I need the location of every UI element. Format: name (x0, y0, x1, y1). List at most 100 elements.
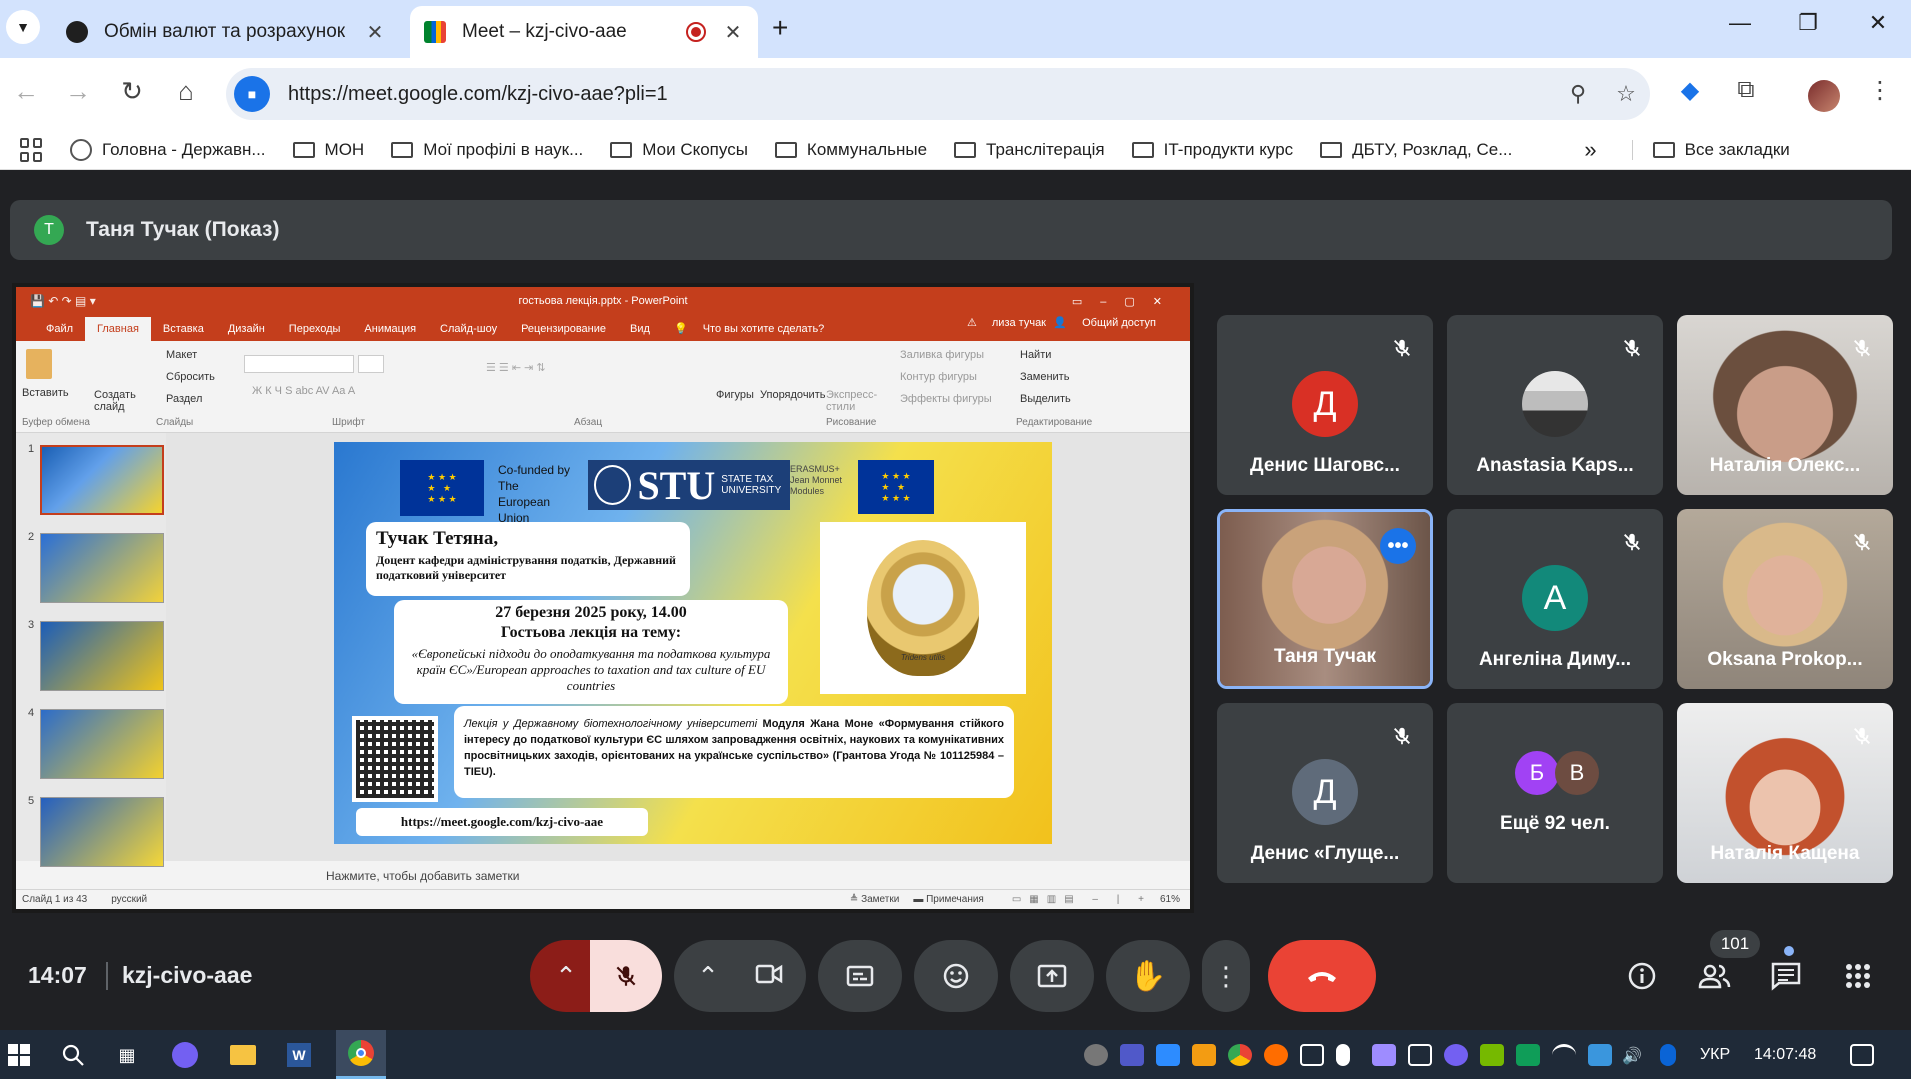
restore-button[interactable]: ❐ (1788, 10, 1828, 36)
captions-button[interactable] (818, 940, 902, 1012)
menu-icon[interactable]: ⋮ (1860, 76, 1900, 105)
present-screen-button[interactable] (1010, 940, 1094, 1012)
input-language[interactable]: УКР (1700, 1046, 1730, 1064)
back-button[interactable]: ← (8, 76, 44, 107)
close-icon[interactable]: ✕ (364, 20, 386, 45)
teams-icon[interactable] (1120, 1044, 1144, 1066)
apps-grid-icon[interactable] (20, 137, 44, 162)
font-size-box (358, 355, 384, 373)
folder-icon (391, 141, 414, 158)
viber-icon[interactable] (1444, 1044, 1468, 1066)
bookmark-item[interactable]: Мои Скопусы (610, 140, 748, 160)
address-bar[interactable]: ■ https://meet.google.com/kzj-civo-aae?p… (226, 68, 1650, 120)
tab-search-button[interactable]: ▼ (6, 10, 40, 44)
home-button[interactable]: ⌂ (168, 76, 204, 107)
others-tile[interactable]: Б В Ещё 92 чел. (1447, 703, 1663, 883)
tray-app-icon[interactable] (1192, 1044, 1216, 1066)
url-text[interactable]: https://meet.google.com/kzj-civo-aae?pli… (288, 83, 1554, 106)
bookmark-item[interactable]: Транслітерація (954, 140, 1105, 160)
more-options-button[interactable]: ⋮ (1202, 940, 1250, 1012)
task-view-icon[interactable]: ▦ (112, 1040, 142, 1070)
font-name-box (244, 355, 354, 373)
ribbon-arrange: Упорядочить (760, 389, 826, 401)
folder-icon (292, 141, 315, 158)
participant-tile[interactable]: Anastasia Kaps... (1447, 315, 1663, 495)
file-explorer-icon[interactable] (228, 1040, 258, 1070)
participant-tile[interactable]: Наталія Олекс... (1677, 315, 1893, 495)
slide-thumbnail (40, 533, 164, 603)
bookmark-item[interactable]: ДБТУ, Розклад, Се... (1320, 140, 1512, 160)
skype-icon[interactable] (1084, 1044, 1108, 1066)
slide-thumbnail (40, 445, 164, 515)
zoom-icon[interactable]: ⚲ (1554, 81, 1602, 107)
bookmark-item[interactable]: Головна - Державн... (70, 138, 266, 161)
participant-tile[interactable]: Наталія Кащена (1677, 703, 1893, 883)
bookmarks-overflow-button[interactable]: » (1584, 137, 1596, 163)
participant-avatar: Д (1292, 371, 1358, 437)
meet-now-icon[interactable] (1408, 1044, 1432, 1066)
tray-app-icon[interactable] (1264, 1044, 1288, 1066)
participant-tile[interactable]: Д Денис Шаговс... (1217, 315, 1433, 495)
bookmark-item[interactable]: Мої профілі в наук... (391, 140, 583, 160)
lecture-heading: Гостьова лекція на тему: (500, 624, 682, 641)
quick-access-icons: 💾 ↶ ↷ ▤ ▾ (30, 294, 96, 308)
microphone-icon[interactable] (1336, 1044, 1350, 1066)
minimize-button[interactable]: — (1720, 10, 1760, 36)
video-camera-icon[interactable] (755, 961, 783, 992)
speaker-name: Тучак Тетяна, (376, 528, 499, 549)
bookmark-item[interactable]: МОН (292, 140, 364, 160)
participant-avatar: Д (1292, 759, 1358, 825)
tab-meet[interactable]: Meet – kzj-civo-aae ✕ (410, 6, 758, 58)
tray-app-icon[interactable] (1588, 1044, 1612, 1066)
chrome-taskbar-button[interactable] (336, 1030, 386, 1079)
extensions-puzzle-icon[interactable]: ⧉ (1726, 76, 1766, 104)
bookmark-item[interactable]: IT-продукти курс (1131, 140, 1293, 160)
participant-tile[interactable]: А Ангеліна Диму... (1447, 509, 1663, 689)
leave-call-button[interactable] (1268, 940, 1376, 1012)
comments-toggle: ▬ Примечания (913, 894, 984, 905)
new-tab-button[interactable]: + (772, 12, 788, 44)
bookmark-item[interactable]: Коммунальные (774, 140, 927, 160)
microphone-toggle-button[interactable] (590, 940, 662, 1012)
pen-icon[interactable] (1372, 1044, 1396, 1066)
participant-tile[interactable]: Oksana Prokop... (1677, 509, 1893, 689)
more-options-icon[interactable]: ••• (1380, 528, 1416, 564)
reactions-button[interactable] (914, 940, 998, 1012)
ppt-tab: Дизайн (227, 323, 265, 335)
taskbar-clock[interactable]: 14:07:48 (1754, 1046, 1816, 1064)
participant-tile[interactable]: Д Денис «Глуще... (1217, 703, 1433, 883)
extension-icon[interactable]: ◆ (1670, 76, 1710, 105)
reload-button[interactable]: ↻ (114, 76, 150, 107)
activities-button[interactable] (1836, 940, 1880, 1012)
windows-start-icon[interactable] (4, 1040, 34, 1070)
forward-button[interactable]: → (60, 76, 96, 107)
word-icon[interactable]: W (284, 1040, 314, 1070)
meeting-code: kzj-civo-aae (122, 962, 253, 988)
close-icon[interactable]: ✕ (722, 20, 744, 45)
paragraph-icons: ☰ ☰ ⇤ ⇥ ⇅ (486, 362, 546, 374)
chrome-icon[interactable] (1228, 1044, 1252, 1066)
all-bookmarks-button[interactable]: Все закладки (1631, 139, 1790, 160)
wifi-icon[interactable] (1552, 1044, 1576, 1066)
chevron-up-icon[interactable]: ⌃ (697, 961, 719, 992)
raise-hand-button[interactable]: ✋ (1106, 940, 1190, 1012)
zoom-icon[interactable] (1156, 1044, 1180, 1066)
mic-off-icon (1387, 721, 1417, 751)
viber-icon[interactable] (170, 1040, 200, 1070)
ribbon-group-label: Слайды (156, 417, 194, 428)
nvidia-icon[interactable] (1480, 1044, 1504, 1066)
battery-icon[interactable] (1300, 1044, 1324, 1066)
shared-screen: 💾 ↶ ↷ ▤ ▾ гостьова лекція.pptx - PowerPo… (12, 283, 1194, 913)
notifications-icon[interactable] (1850, 1044, 1874, 1066)
tab-currency[interactable]: Обмін валют та розрахунок ✕ (52, 6, 400, 58)
volume-icon[interactable]: 🔊 (1622, 1046, 1642, 1066)
close-window-button[interactable]: ✕ (1858, 10, 1898, 36)
bookmark-star-icon[interactable]: ☆ (1602, 81, 1650, 107)
presenter-bar: T Таня Тучак (Показ) (10, 200, 1892, 260)
meeting-info-button[interactable] (1620, 940, 1664, 1012)
participant-tile-speaking[interactable]: ••• Таня Тучак (1217, 509, 1433, 689)
bluetooth-icon[interactable] (1660, 1044, 1676, 1066)
security-shield-icon[interactable] (1516, 1044, 1540, 1066)
search-icon[interactable] (58, 1040, 88, 1070)
profile-avatar[interactable] (1808, 80, 1840, 112)
